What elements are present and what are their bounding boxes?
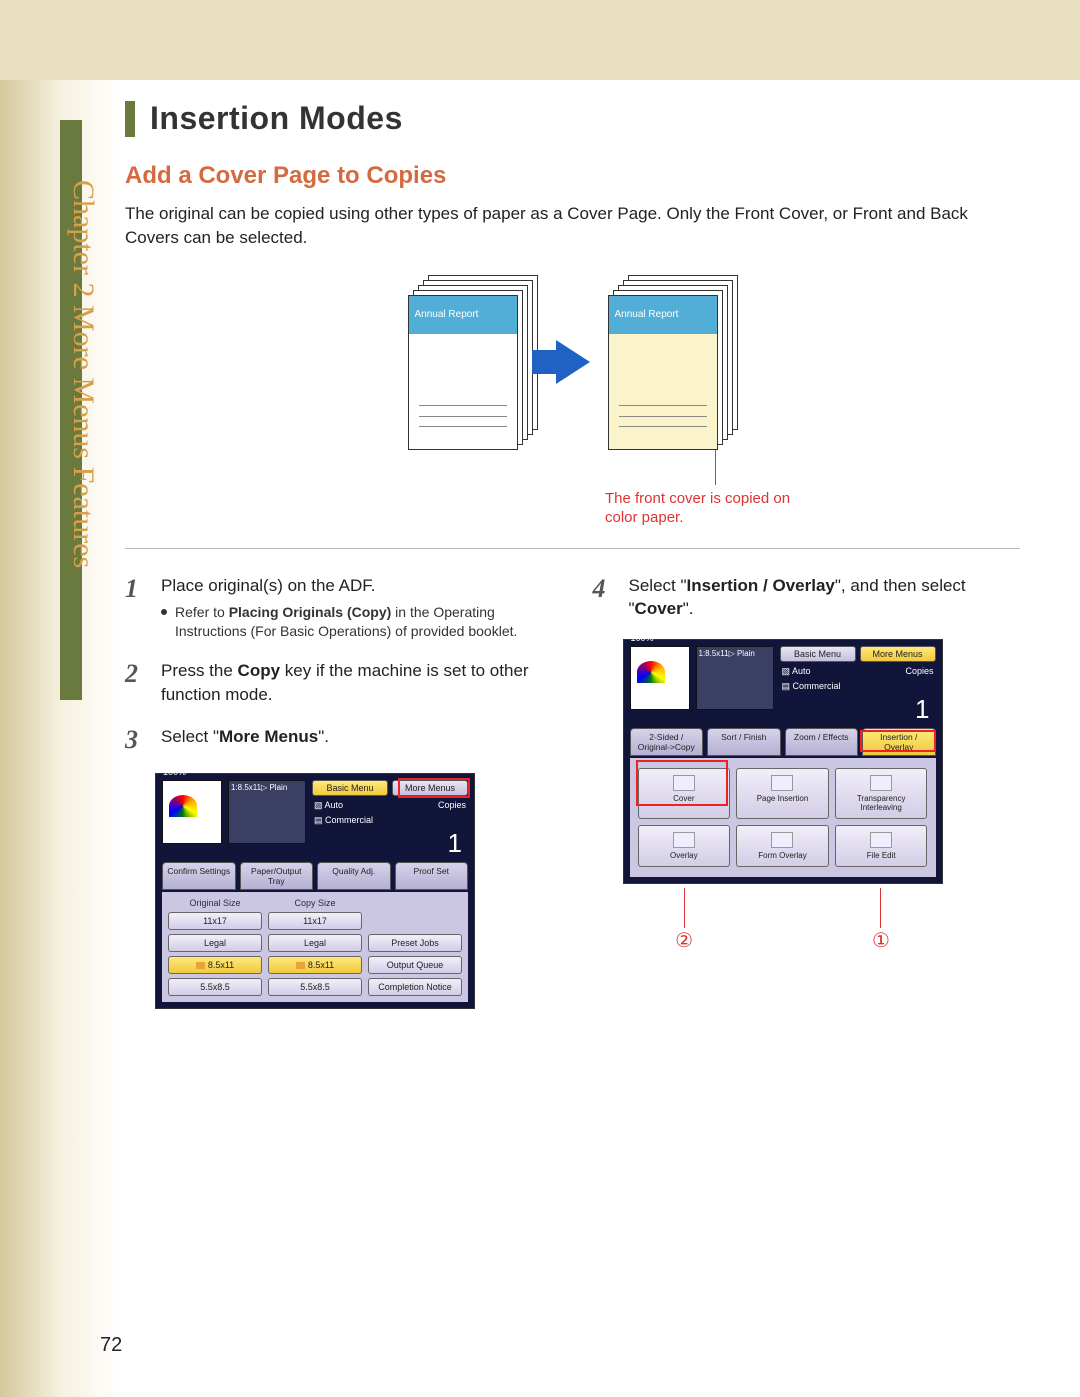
page-number: 72 [100,1334,122,1357]
arrow-icon [556,340,590,384]
more-menus-button[interactable]: More Menus [392,780,468,796]
cover-strip: Annual Report [609,296,717,334]
paper-panel: 1:8.5x11▷ Plain [228,780,306,844]
step-4: 4 Select "Insertion / Overlay", and then… [593,574,1021,622]
sidebar-label: Chapter 2 More Menus Features [70,180,110,720]
source-stack: Annual Report [408,275,538,450]
preset-jobs-button[interactable]: Preset Jobs [368,934,462,952]
circled-1: ① [872,928,890,953]
paper-panel: 1:8.5x11▷ Plain [696,646,774,710]
steps: 1 Place original(s) on the ADF. Refer to… [125,574,1020,1009]
preview-pane: 100% [162,780,222,844]
intro-text: The original can be copied using other t… [125,202,1020,250]
tab-sort[interactable]: Sort / Finish [707,728,781,756]
screenshot-more-menus: 100% 1:8.5x11▷ Plain Basic Menu More Men… [155,773,475,1009]
tab-paper-output[interactable]: Paper/Output Tray [240,862,314,890]
size-button[interactable]: 11x17 [268,912,362,930]
right-column: 4 Select "Insertion / Overlay", and then… [593,574,1021,1009]
result-stack: Annual Report [608,275,738,450]
transparency-option[interactable]: Transparency Interleaving [835,768,928,819]
step-2: 2 Press the Copy key if the machine is s… [125,659,553,707]
circled-2: ② [675,928,693,953]
completion-notice-button[interactable]: Completion Notice [368,978,462,996]
cover-strip: Annual Report [409,296,517,334]
form-overlay-option[interactable]: Form Overlay [736,825,829,867]
copy-size-label: Copy Size [268,898,362,908]
original-size-label: Original Size [168,898,262,908]
page-title: Insertion Modes [150,100,403,137]
tab-zoom[interactable]: Zoom / Effects [785,728,859,756]
output-queue-button[interactable]: Output Queue [368,956,462,974]
cover-option[interactable]: Cover [638,768,731,819]
screenshot-insertion-overlay: 100% 1:8.5x11▷ Plain Basic Menu More Men… [623,639,943,884]
diagram: Annual Report Annual Report [125,275,1020,450]
file-edit-option[interactable]: File Edit [835,825,928,867]
tab-quality[interactable]: Quality Adj. [317,862,391,890]
size-button[interactable]: 11x17 [168,912,262,930]
size-button[interactable]: Legal [268,934,362,952]
tab-2sided[interactable]: 2-Sided / Original->Copy [630,728,704,756]
size-button[interactable]: Legal [168,934,262,952]
callout: The front cover is copied on color paper… [605,450,825,528]
rainbow-icon [169,795,197,817]
tab-confirm[interactable]: Confirm Settings [162,862,236,890]
size-button[interactable]: 5.5x8.5 [168,978,262,996]
basic-menu-button[interactable]: Basic Menu [312,780,388,796]
rainbow-icon [637,661,665,683]
title-accent [125,101,135,137]
more-menus-button[interactable]: More Menus [860,646,936,662]
preview-pane: 100% [630,646,690,710]
copy-count: 1 [312,830,468,856]
overlay-option[interactable]: Overlay [638,825,731,867]
title-bar: Insertion Modes [125,100,1020,137]
section-title: Add a Cover Page to Copies [125,162,1020,190]
step-1: 1 Place original(s) on the ADF. Refer to… [125,574,553,642]
size-button[interactable]: 8.5x11 [168,956,262,974]
copy-count: 1 [780,696,936,722]
basic-menu-button[interactable]: Basic Menu [780,646,856,662]
size-button[interactable]: 8.5x11 [268,956,362,974]
left-column: 1 Place original(s) on the ADF. Refer to… [125,574,553,1009]
tab-proof[interactable]: Proof Set [395,862,469,890]
tab-insertion-overlay[interactable]: Insertion / Overlay [862,728,936,756]
step-3: 3 Select "More Menus". [125,725,553,755]
top-bar [0,0,1080,80]
sub-bullet: Refer to Placing Originals (Copy) in the… [161,603,553,641]
content: Insertion Modes Add a Cover Page to Copi… [125,100,1020,1009]
page-insertion-option[interactable]: Page Insertion [736,768,829,819]
size-button[interactable]: 5.5x8.5 [268,978,362,996]
divider [125,548,1020,549]
